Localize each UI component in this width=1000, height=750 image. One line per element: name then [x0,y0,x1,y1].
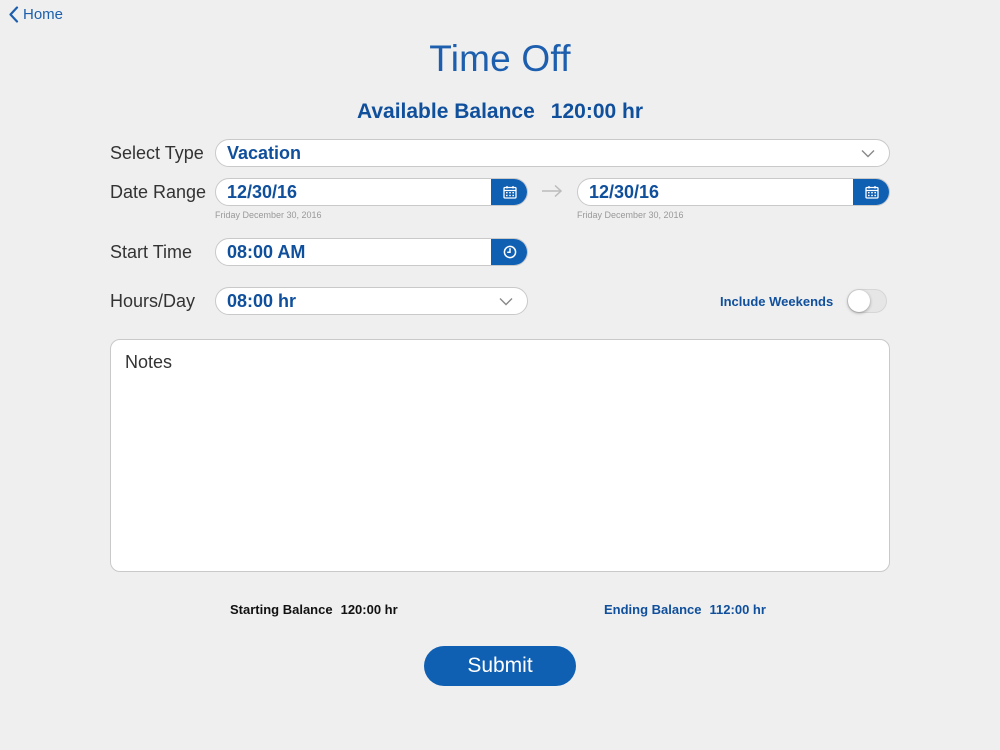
page-title: Time Off [429,38,571,79]
select-type-label: Select Type [110,143,204,163]
hours-per-day-label: Hours/Day [110,291,196,311]
type-select[interactable]: Vacation [215,139,890,167]
calendar-icon [502,186,517,199]
end-date-value: 12/30/16 [589,181,660,202]
end-date-picker-button[interactable] [853,179,889,205]
include-weekends-toggle[interactable] [847,289,887,313]
starting-balance-label: Starting Balance [230,602,333,617]
starting-balance-value: 120:00 hr [340,602,398,617]
available-balance-label: Available Balance [356,100,535,123]
available-balance-value: 120:00 hr [550,100,644,123]
end-date-field[interactable]: 12/30/16 [577,178,890,206]
calendar-icon [864,186,879,199]
type-select-value: Vacation [227,142,302,163]
chevron-down-icon [861,149,875,157]
ending-balance-label: Ending Balance [604,602,702,617]
end-date-subtext: Friday December 30, 2016 [577,210,684,220]
time-picker-button[interactable] [491,239,527,265]
available-balance: Available Balance 120:00 hr [0,100,1000,124]
back-label: Home [23,6,64,23]
ending-balance-value: 112:00 hr [709,602,766,617]
start-time-value: 08:00 AM [227,241,306,262]
submit-button[interactable]: Submit [424,646,576,686]
include-weekends-label: Include Weekends [720,294,834,309]
starting-balance: Starting Balance 120:00 hr [230,602,398,617]
hours-per-day-value: 08:00 hr [227,290,297,311]
hours-per-day-select[interactable]: 08:00 hr [215,287,528,315]
start-date-field[interactable]: 12/30/16 [215,178,528,206]
start-date-picker-button[interactable] [491,179,527,205]
start-date-value: 12/30/16 [227,181,298,202]
arrow-right-icon [542,184,563,198]
notes-textarea[interactable] [110,339,890,572]
start-time-field[interactable]: 08:00 AM [215,238,528,266]
chevron-left-icon [9,6,19,23]
toggle-knob [848,290,870,312]
date-range-label: Date Range [110,182,207,202]
chevron-down-icon [499,297,513,305]
start-time-label: Start Time [110,242,193,262]
clock-icon [503,245,516,259]
ending-balance: Ending Balance 112:00 hr [604,602,766,617]
start-date-subtext: Friday December 30, 2016 [215,210,322,220]
back-button[interactable]: Home [8,6,63,23]
